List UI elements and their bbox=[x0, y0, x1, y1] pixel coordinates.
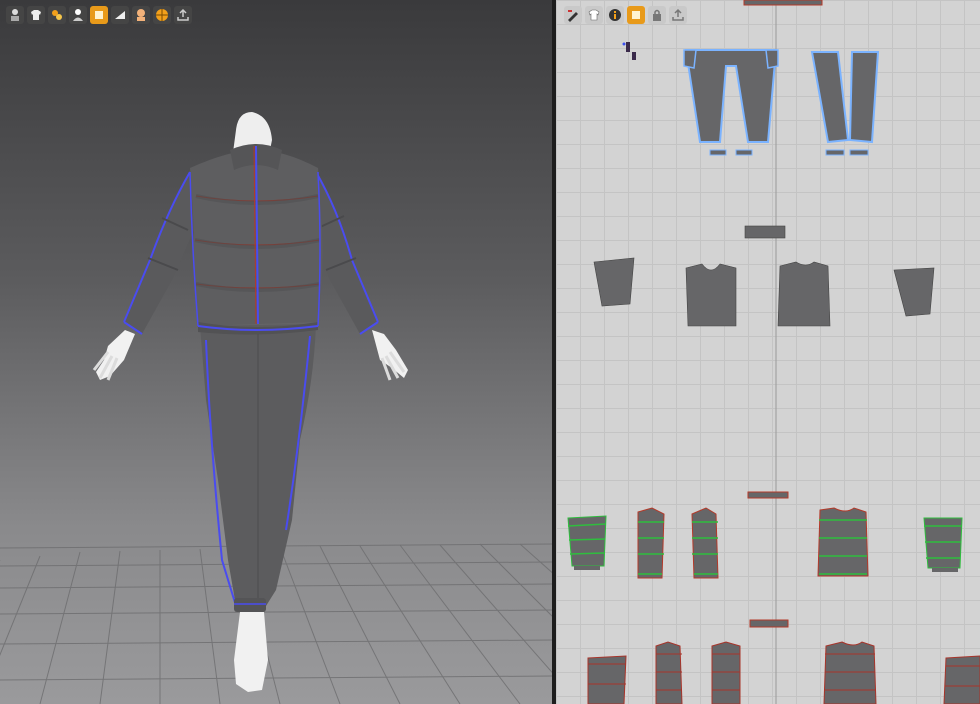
back-outer-pattern[interactable] bbox=[817, 507, 869, 577]
2d-pattern-window[interactable] bbox=[556, 0, 980, 704]
puffer-jacket-3d bbox=[123, 144, 379, 335]
3d-viewport[interactable] bbox=[0, 0, 552, 704]
sleeve-outer-pattern-left[interactable] bbox=[567, 515, 607, 570]
lining-pattern-4[interactable] bbox=[823, 641, 877, 704]
back-body-pattern[interactable] bbox=[777, 261, 831, 327]
front-outer-pattern-left[interactable] bbox=[637, 507, 665, 579]
sleeve-pattern-left[interactable] bbox=[593, 257, 635, 307]
lining-pattern-5[interactable] bbox=[943, 655, 980, 704]
pattern-canvas bbox=[567, 0, 980, 704]
collar-outer-pattern[interactable] bbox=[747, 491, 789, 499]
collar-pattern[interactable] bbox=[744, 225, 786, 239]
pants-pattern-right[interactable] bbox=[810, 51, 880, 156]
lining-pattern-3[interactable] bbox=[711, 641, 741, 704]
front-outer-pattern-right[interactable] bbox=[691, 507, 719, 579]
front-body-pattern[interactable] bbox=[685, 263, 737, 327]
pin-marker bbox=[622, 42, 636, 60]
sleeve-outer-pattern-right[interactable] bbox=[923, 517, 963, 572]
pants-3d bbox=[200, 324, 316, 612]
lining-pattern-1[interactable] bbox=[587, 655, 627, 704]
3d-scene bbox=[0, 112, 552, 704]
pants-pattern-left[interactable] bbox=[683, 49, 779, 156]
sleeve-pattern-right[interactable] bbox=[893, 267, 935, 317]
lining-pattern-2[interactable] bbox=[655, 641, 683, 704]
collar-lining-pattern[interactable] bbox=[749, 619, 789, 628]
pattern-piece[interactable] bbox=[743, 0, 823, 6]
